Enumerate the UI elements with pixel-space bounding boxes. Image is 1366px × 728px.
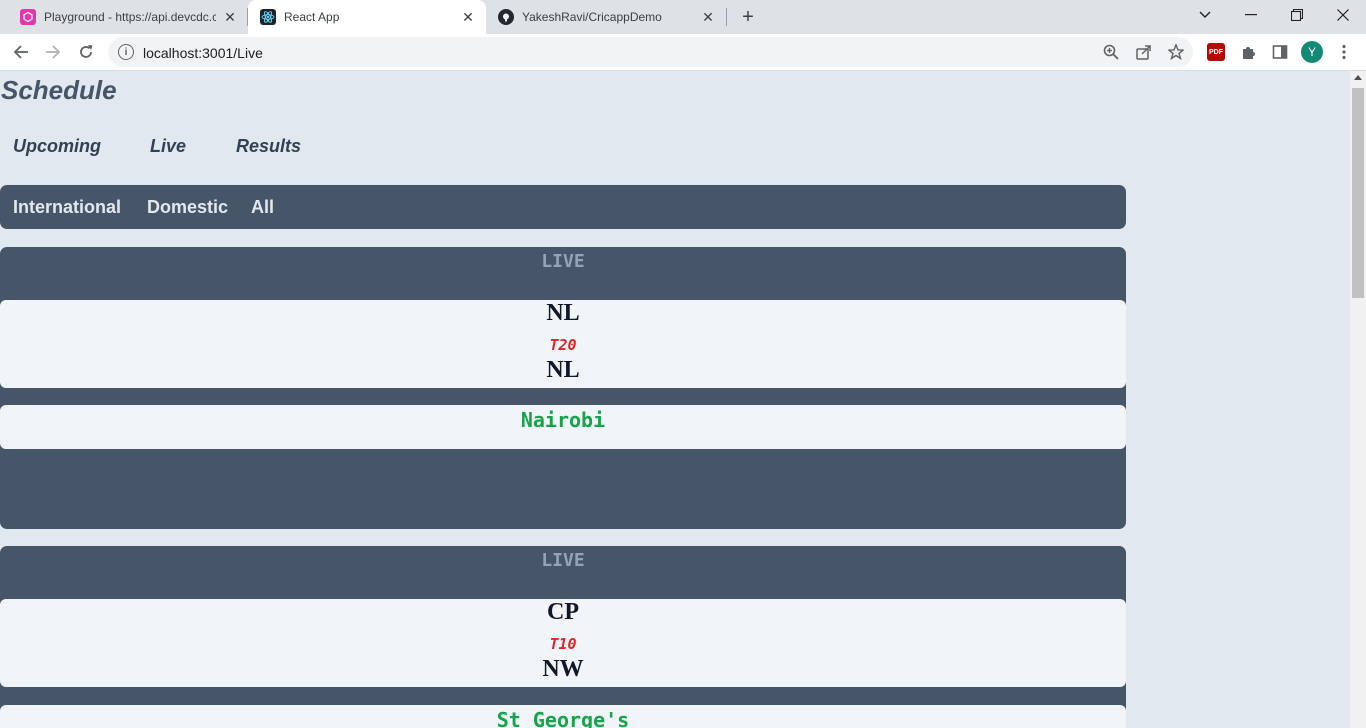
match-card[interactable]: LIVE NL T20 NL Nairobi bbox=[0, 247, 1126, 529]
bookmark-star-icon[interactable] bbox=[1166, 42, 1186, 62]
tab-live[interactable]: Live bbox=[150, 136, 186, 157]
page-title: Schedule bbox=[1, 75, 117, 105]
tab-title: Playground - https://api.devcdc.c bbox=[44, 10, 216, 24]
filter-domestic[interactable]: Domestic bbox=[147, 197, 228, 218]
graphql-favicon-icon bbox=[20, 9, 36, 25]
match-format: T20 bbox=[549, 336, 577, 354]
tab-strip: Playground - https://api.devcdc.c ✕ Reac… bbox=[0, 0, 1366, 34]
github-favicon-icon bbox=[498, 9, 514, 25]
page-viewport: Schedule Upcoming Live Results Internati… bbox=[0, 71, 1350, 728]
browser-tab-github[interactable]: YakeshRavi/CricappDemo ✕ bbox=[486, 0, 726, 34]
team-1: NL bbox=[546, 300, 580, 326]
match-venue: Nairobi bbox=[520, 408, 606, 432]
pdf-extension-icon[interactable]: PDF bbox=[1202, 38, 1230, 66]
close-tab-icon[interactable]: ✕ bbox=[222, 9, 238, 25]
filter-all[interactable]: All bbox=[251, 197, 274, 218]
tab-upcoming[interactable]: Upcoming bbox=[13, 136, 101, 157]
match-filter-bar: International Domestic All bbox=[0, 185, 1126, 229]
venue-box: St George's bbox=[0, 705, 1126, 728]
match-format: T10 bbox=[549, 635, 577, 653]
teams-box: CP T10 NW bbox=[0, 599, 1126, 687]
close-tab-icon[interactable]: ✕ bbox=[460, 9, 476, 25]
new-tab-plus-icon[interactable]: + bbox=[736, 5, 760, 29]
zoom-icon[interactable] bbox=[1101, 42, 1121, 62]
browser-tab-react-app[interactable]: React App ✕ bbox=[248, 0, 486, 34]
tab-separator bbox=[726, 8, 727, 26]
team-1: CP bbox=[547, 599, 579, 625]
venue-box: Nairobi bbox=[0, 405, 1126, 449]
filter-international[interactable]: International bbox=[13, 197, 121, 218]
url-text[interactable]: localhost:3001/Live bbox=[143, 45, 263, 61]
share-icon[interactable] bbox=[1134, 42, 1154, 62]
scrollbar-thumb[interactable] bbox=[1352, 88, 1364, 298]
react-favicon-icon bbox=[260, 9, 276, 25]
team-2: NW bbox=[542, 656, 584, 682]
address-bar[interactable]: i localhost:3001/Live bbox=[108, 37, 1193, 67]
team-2: NL bbox=[546, 357, 580, 383]
tab-title: YakeshRavi/CricappDemo bbox=[522, 10, 662, 24]
tab-results[interactable]: Results bbox=[236, 136, 301, 157]
match-status: LIVE bbox=[541, 251, 585, 272]
match-status: LIVE bbox=[541, 550, 585, 571]
close-tab-icon[interactable]: ✕ bbox=[700, 9, 716, 25]
browser-toolbar: i localhost:3001/Live PDF Y bbox=[0, 34, 1366, 71]
site-info-icon[interactable]: i bbox=[118, 44, 134, 60]
side-panel-icon[interactable] bbox=[1266, 38, 1294, 66]
match-card[interactable]: LIVE CP T10 NW St George's bbox=[0, 546, 1126, 728]
tab-search-chevron-icon[interactable] bbox=[1182, 0, 1228, 30]
browser-tab-playground[interactable]: Playground - https://api.devcdc.c ✕ bbox=[8, 0, 248, 34]
close-window-icon[interactable] bbox=[1320, 0, 1366, 30]
more-menu-icon[interactable] bbox=[1330, 38, 1358, 66]
minimize-icon[interactable] bbox=[1228, 0, 1274, 30]
teams-box: NL T20 NL bbox=[0, 300, 1126, 388]
extensions-puzzle-icon[interactable] bbox=[1234, 38, 1262, 66]
reload-icon[interactable] bbox=[72, 38, 100, 66]
match-venue: St George's bbox=[496, 708, 630, 728]
forward-arrow-icon[interactable] bbox=[39, 38, 67, 66]
back-arrow-icon[interactable] bbox=[7, 38, 35, 66]
restore-icon[interactable] bbox=[1274, 0, 1320, 30]
pdf-extension-label: PDF bbox=[1207, 43, 1225, 61]
vertical-scrollbar[interactable] bbox=[1350, 71, 1366, 728]
tab-title: React App bbox=[284, 10, 340, 24]
profile-avatar[interactable]: Y bbox=[1301, 41, 1323, 63]
scroll-up-arrow-icon[interactable] bbox=[1354, 75, 1362, 80]
